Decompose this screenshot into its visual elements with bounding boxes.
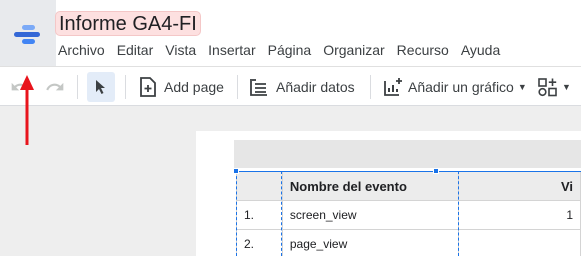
redo-icon[interactable] — [45, 72, 65, 102]
report-title[interactable]: Informe GA4-FI — [55, 11, 201, 36]
annotation-arrow-icon — [20, 75, 34, 145]
add-chart-button[interactable]: Añadir un gráfico ▼ — [382, 72, 527, 102]
looker-studio-logo-icon[interactable] — [0, 0, 56, 66]
add-data-button[interactable]: Añadir datos — [248, 72, 355, 102]
cursor-select-icon[interactable] — [87, 72, 115, 102]
resize-handle[interactable] — [433, 168, 439, 174]
menu-item-página[interactable]: Página — [262, 40, 318, 60]
row-index: 2. — [236, 229, 283, 256]
resize-handle[interactable] — [233, 168, 239, 174]
views-cell — [457, 229, 581, 256]
data-table[interactable]: Nombre del evento Vi 1. screen_view 1 2.… — [236, 171, 581, 256]
logo-bar-bottom — [22, 39, 35, 44]
selection-border — [236, 171, 581, 172]
menu-bar: Archivo Editar Vista Insertar Página Organiza… — [52, 40, 506, 60]
menu-item-archivo[interactable]: Archivo — [52, 40, 111, 60]
app-header: Informe GA4-FI Archivo Editar Vista Inserta… — [0, 0, 581, 66]
toolbar: Add page Añadir datos Añadir un gráfico … — [0, 66, 581, 106]
column-resize-guide[interactable] — [458, 171, 459, 256]
menu-item-ayuda[interactable]: Ayuda — [455, 40, 506, 60]
table-header-row: Nombre del evento Vi — [236, 171, 581, 201]
menu-item-recurso[interactable]: Recurso — [391, 40, 455, 60]
column-header-index[interactable] — [236, 171, 283, 201]
add-chart-icon — [382, 76, 404, 98]
add-control-button[interactable]: ▼ — [537, 72, 571, 102]
toolbar-divider — [370, 75, 371, 99]
table-row: 1. screen_view 1 — [236, 200, 581, 230]
event-name-cell: page_view — [281, 229, 459, 256]
menu-item-organizar[interactable]: Organizar — [317, 40, 390, 60]
selection-border — [236, 171, 237, 256]
event-name-cell: screen_view — [281, 200, 459, 230]
add-control-icon — [537, 76, 559, 98]
menu-item-vista[interactable]: Vista — [159, 40, 202, 60]
add-page-icon — [138, 76, 158, 98]
table-header-band — [234, 140, 581, 168]
add-data-icon — [248, 76, 270, 98]
add-chart-label: Añadir un gráfico — [408, 79, 514, 95]
menu-item-editar[interactable]: Editar — [111, 40, 160, 60]
toolbar-divider — [237, 75, 238, 99]
logo-bar-middle — [14, 32, 40, 37]
views-cell: 1 — [457, 200, 581, 230]
add-data-label: Añadir datos — [276, 79, 355, 95]
toolbar-divider — [77, 75, 78, 99]
chevron-down-icon: ▼ — [517, 82, 527, 92]
row-index: 1. — [236, 200, 283, 230]
toolbar-divider — [125, 75, 126, 99]
column-resize-guide[interactable] — [281, 171, 282, 256]
logo-bar-top — [22, 25, 35, 30]
table-row: 2. page_view — [236, 229, 581, 256]
chevron-down-icon: ▼ — [562, 82, 571, 92]
column-header-views[interactable]: Vi — [457, 171, 581, 201]
column-header-event-name[interactable]: Nombre del evento — [281, 171, 459, 201]
menu-item-insertar[interactable]: Insertar — [202, 40, 261, 60]
add-page-label: Add page — [164, 79, 224, 95]
add-page-button[interactable]: Add page — [138, 72, 224, 102]
